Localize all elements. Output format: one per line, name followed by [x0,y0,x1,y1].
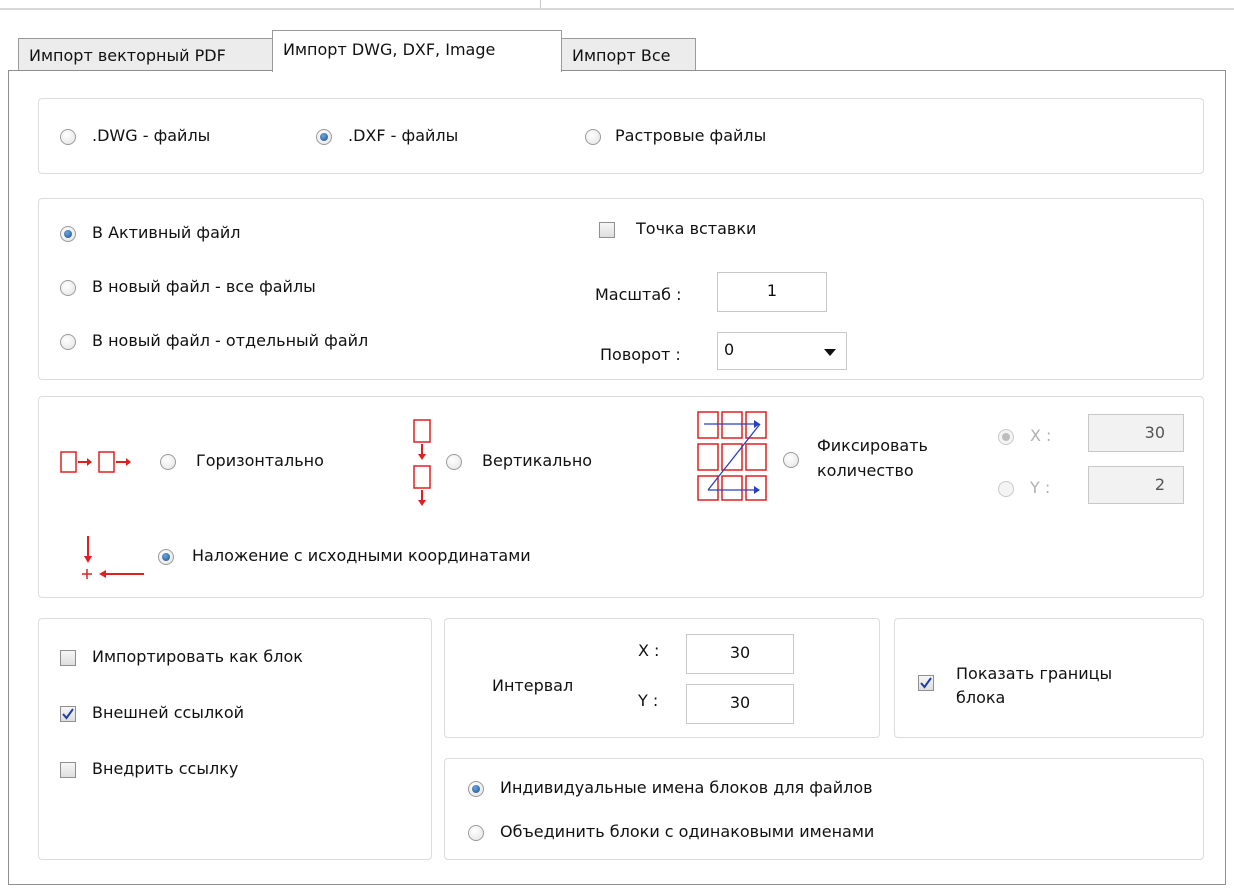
rotation-select[interactable]: 0 [717,332,847,370]
fixed-count-label-line2: количество [817,461,914,480]
fixed-x-input[interactable]: 30 [1088,414,1184,452]
show-bounds-checkbox[interactable] [918,675,934,691]
scale-label: Масштаб : [595,285,682,304]
top-divider [0,8,1234,10]
radio-overlay[interactable] [158,549,174,565]
interval-y-input[interactable]: 30 [686,684,794,724]
radio-horizontal-label: Горизонтально [196,451,324,470]
embed-ref-label: Внедрить ссылку [92,759,239,778]
overlay-coordinates-icon [82,536,144,579]
fixed-x-label: X : [1030,426,1052,445]
import-as-block-label: Импортировать как блок [92,647,303,666]
radio-active-file-label: В Активный файл [92,223,241,242]
radio-new-file-separate-label: В новый файл - отдельный файл [92,331,369,350]
rotation-select-value: 0 [724,340,735,359]
radio-overlay-label: Наложение с исходными координатами [192,546,531,565]
fixed-y-label: Y : [1030,478,1051,497]
radio-dxf-label: .DXF - файлы [348,126,459,145]
chevron-down-icon [824,349,836,356]
radio-fixed-y[interactable] [998,481,1014,497]
block-naming-group [444,758,1204,860]
import-as-block-checkbox[interactable] [60,650,76,666]
radio-merge-blocks[interactable] [468,825,484,841]
radio-new-file-all[interactable] [60,280,76,296]
external-ref-label: Внешней ссылкой [92,703,245,722]
radio-raster-label: Растровые файлы [615,126,767,145]
vertical-layout-icon [413,419,431,506]
scale-input[interactable]: 1 [717,272,827,312]
radio-dxf[interactable] [316,129,332,145]
insert-point-checkbox[interactable] [599,222,615,238]
show-bounds-label-line1: Показать границы [956,664,1113,683]
tab-vector-pdf[interactable]: Импорт векторный PDF [18,38,273,70]
radio-dwg[interactable] [60,129,76,145]
checkmark-icon [62,708,74,720]
grid-layout-icon [697,411,767,501]
embed-ref-checkbox[interactable] [60,762,76,778]
radio-fixed-x[interactable] [998,429,1014,445]
radio-new-file-all-label: В новый файл - все файлы [92,277,316,296]
horizontal-layout-icon [60,451,131,473]
tab-dwg-dxf-image[interactable]: Импорт DWG, DXF, Image [272,30,562,72]
radio-vertical[interactable] [446,454,462,470]
radio-individual-names-label: Индивидуальные имена блоков для файлов [500,778,873,797]
interval-y-label: Y : [638,691,659,710]
interval-label: Интервал [492,676,574,695]
radio-vertical-label: Вертикально [482,451,593,470]
radio-active-file[interactable] [60,226,76,242]
radio-new-file-separate[interactable] [60,334,76,350]
fixed-count-label-line1: Фиксировать [817,436,928,455]
interval-x-label: X : [638,641,660,660]
radio-horizontal[interactable] [160,454,176,470]
top-divider-tick [540,0,541,8]
radio-merge-blocks-label: Объединить блоки с одинаковыми именами [500,822,875,841]
external-ref-checkbox[interactable] [60,706,76,722]
rotation-label: Поворот : [600,345,681,364]
show-bounds-label-line2: блока [956,688,1006,707]
tab-import-all[interactable]: Импорт Все [561,38,696,70]
fixed-y-input[interactable]: 2 [1088,466,1184,504]
radio-individual-names[interactable] [468,781,484,797]
checkmark-icon [920,677,932,689]
radio-dwg-label: .DWG - файлы [92,126,211,145]
radio-fixed-count[interactable] [783,452,799,468]
insert-point-label: Точка вставки [636,219,757,238]
interval-x-input[interactable]: 30 [686,634,794,674]
radio-raster[interactable] [585,129,601,145]
